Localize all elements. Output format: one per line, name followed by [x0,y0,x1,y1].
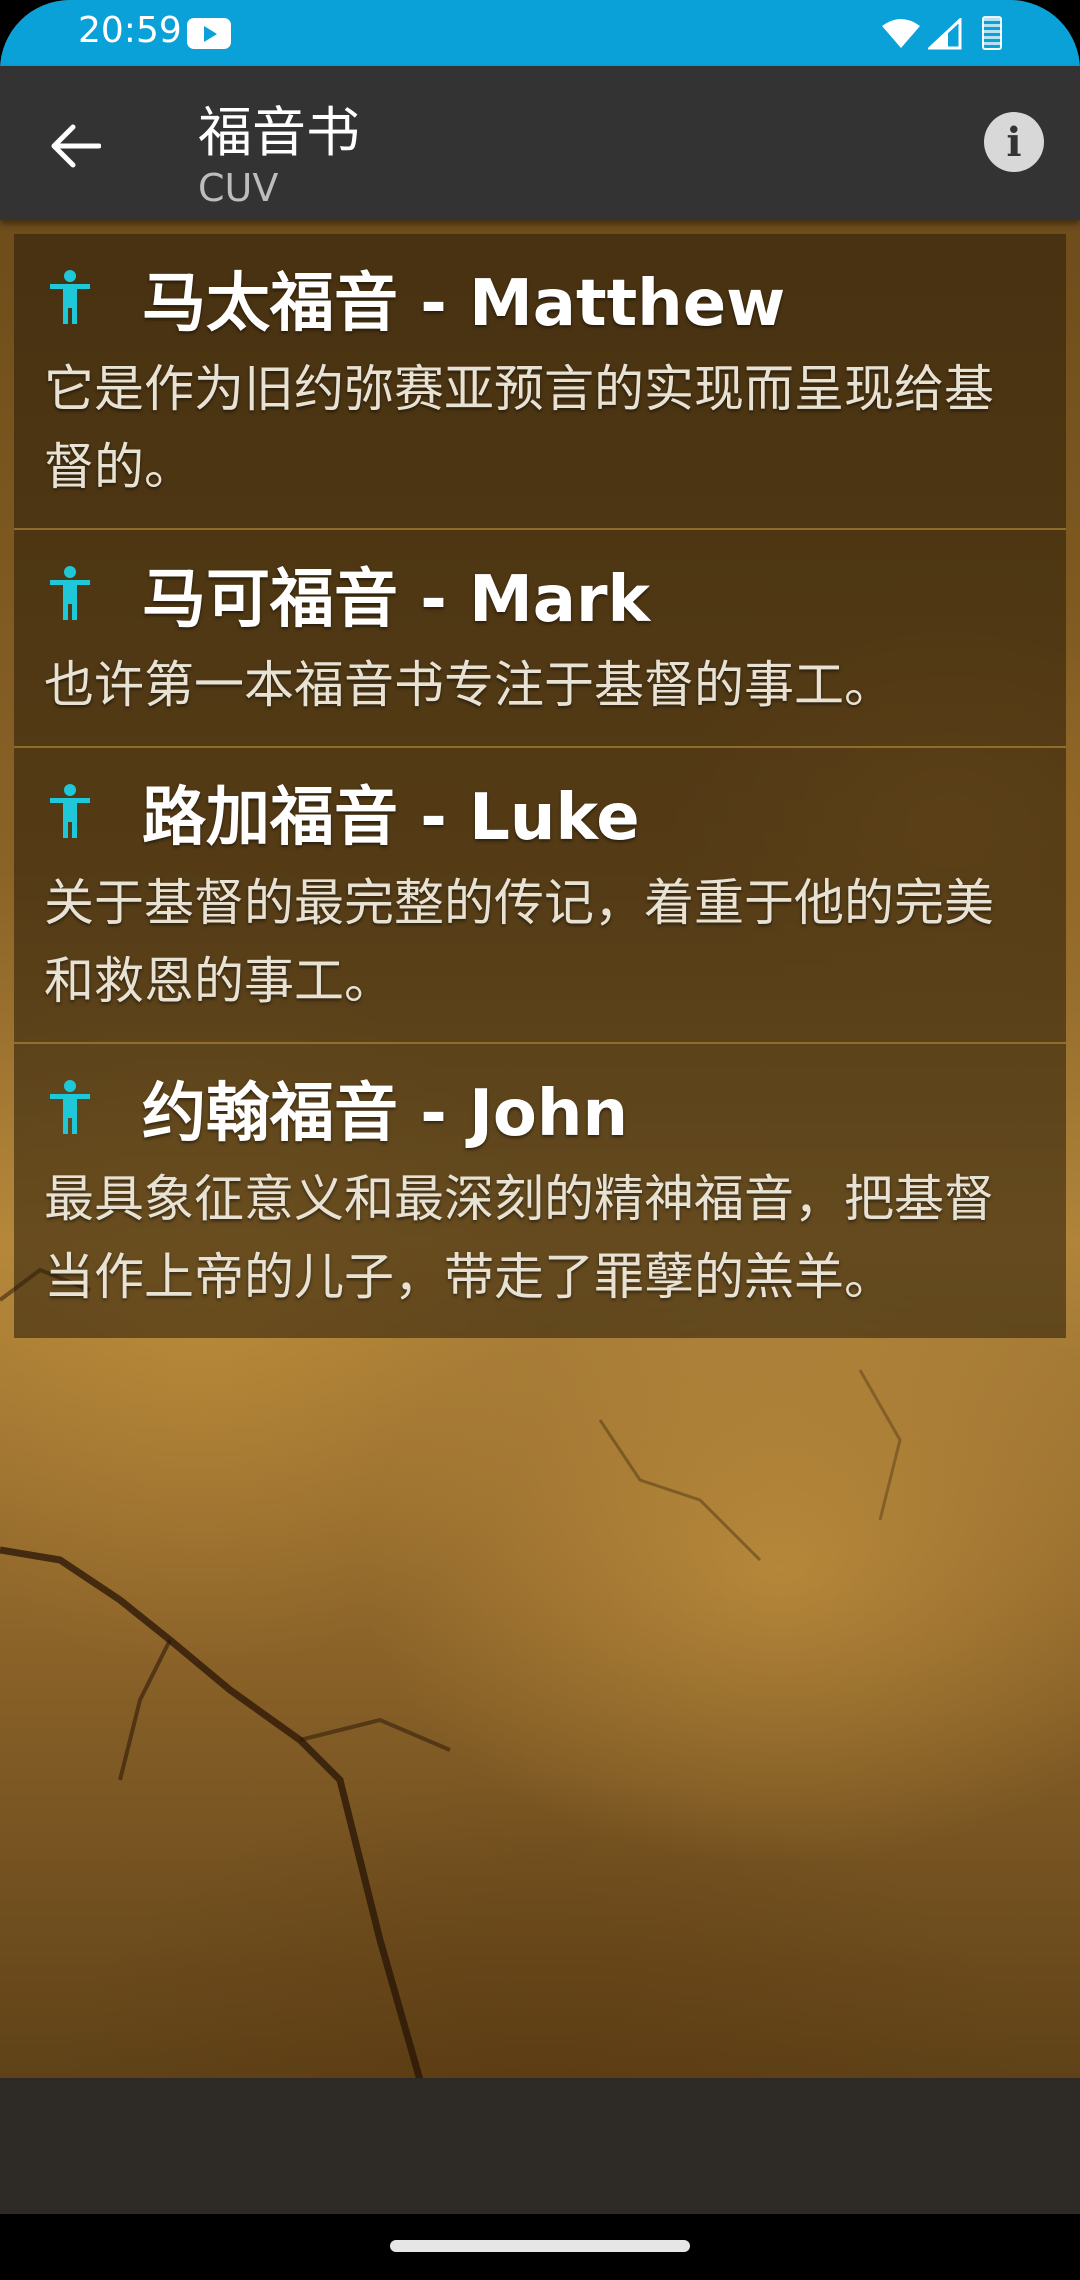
signal-icon [928,18,962,50]
info-button[interactable]: i [984,112,1044,172]
list-item-luke[interactable]: 路加福音 - Luke 关于基督的最完整的传记，着重于他的完美和救恩的事工。 [14,748,1066,1044]
gospel-list: 马太福音 - Matthew 它是作为旧约弥赛亚预言的实现而呈现给基督的。 马可… [14,234,1066,1338]
app-bar: 福音书 CUV i [0,66,1080,220]
bottom-panel [0,2078,1080,2214]
book-title: 马太福音 - Matthew [142,267,786,341]
screen: 20:59 福音书 CUV i 马太福音 - Matthew 它是作为旧约弥赛亚… [0,0,1080,2280]
person-accessibility-icon [50,1080,90,1134]
list-item-john[interactable]: 约翰福音 - John 最具象征意义和最深刻的精神福音，把基督当作上帝的儿子，带… [14,1044,1066,1338]
book-description: 关于基督的最完整的传记，着重于他的完美和救恩的事工。 [44,874,994,1010]
book-title: 约翰福音 - John [142,1077,629,1151]
arrow-left-icon [51,124,101,168]
book-description: 也许第一本福音书专注于基督的事工。 [44,656,894,714]
version-subtitle: CUV [198,166,279,210]
person-accessibility-icon [50,784,90,838]
wifi-icon [882,19,920,48]
list-item-mark[interactable]: 马可福音 - Mark 也许第一本福音书专注于基督的事工。 [14,530,1066,748]
book-description: 最具象征意义和最深刻的精神福音，把基督当作上帝的儿子，带走了罪孽的羔羊。 [44,1170,994,1306]
status-time: 20:59 [78,10,182,51]
home-indicator[interactable] [390,2240,690,2252]
book-title: 路加福音 - Luke [142,781,640,855]
person-accessibility-icon [50,270,90,324]
page-title: 福音书 [198,101,360,164]
info-icon: i [1006,118,1022,166]
back-button[interactable] [40,110,112,182]
status-bar: 20:59 [0,0,1080,66]
book-description: 它是作为旧约弥赛亚预言的实现而呈现给基督的。 [44,360,994,496]
person-accessibility-icon [50,566,90,620]
book-title: 马可福音 - Mark [142,563,651,637]
list-item-matthew[interactable]: 马太福音 - Matthew 它是作为旧约弥赛亚预言的实现而呈现给基督的。 [14,234,1066,530]
youtube-icon [187,18,231,49]
battery-icon [982,16,1002,50]
